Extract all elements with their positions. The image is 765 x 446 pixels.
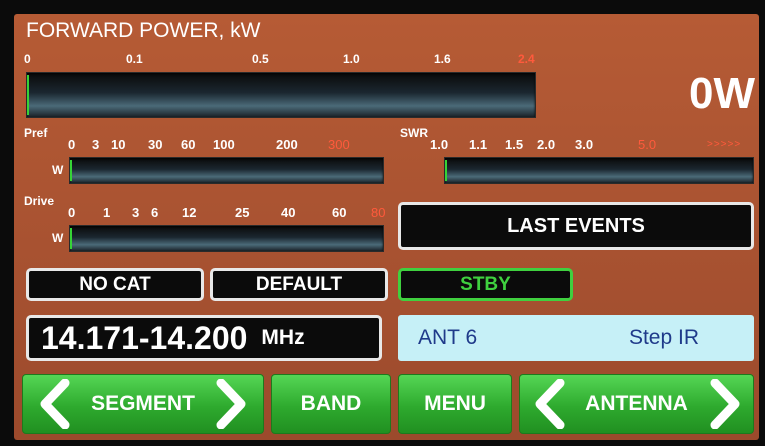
swr-level <box>445 160 447 181</box>
swr-tick: 3.0 <box>575 137 594 152</box>
frequency-range: 14.171-14.200 <box>41 319 248 356</box>
swr-tick: 2.0 <box>537 137 556 152</box>
fwd-tick-1: 0.1 <box>126 52 143 66</box>
drive-tick: 0 <box>68 205 76 220</box>
fwd-tick-3: 1.0 <box>343 52 360 66</box>
drive-tick: 60 <box>332 205 347 220</box>
antenna-button[interactable]: ANTENNA <box>519 374 754 434</box>
pref-label: Pref <box>24 126 48 140</box>
fwd-tick-2: 0.5 <box>252 52 269 66</box>
fwd-tick-0: 0 <box>24 52 31 66</box>
forward-power-reading: 0W <box>689 69 755 118</box>
drive-label: Drive <box>24 194 55 208</box>
cat-status: NO CAT <box>26 268 204 301</box>
chevron-right-icon <box>710 379 740 429</box>
pref-tick: 60 <box>181 137 196 152</box>
pref-tick: 10 <box>111 137 126 152</box>
segment-label: SEGMENT <box>91 392 195 415</box>
drive-tick: 12 <box>182 205 197 220</box>
last-events-button[interactable]: LAST EVENTS <box>398 202 754 250</box>
pref-tick: 3 <box>92 137 100 152</box>
swr-tick: 1.5 <box>505 137 524 152</box>
antenna-label: ANTENNA <box>585 392 688 415</box>
pref-tick: 0 <box>68 137 76 152</box>
swr-tick: >>>>> <box>707 139 742 150</box>
forward-power-level <box>27 75 29 115</box>
drive-tick: 40 <box>281 205 296 220</box>
swr-tick: 5.0 <box>638 137 657 152</box>
antenna-mode: Step IR <box>628 326 699 349</box>
swr-tick: 1.0 <box>430 137 449 152</box>
fwd-tick-5: 2.4 <box>518 52 535 66</box>
profile-status[interactable]: DEFAULT <box>210 268 388 301</box>
mode-status[interactable]: STBY <box>398 268 573 301</box>
drive-tick: 1 <box>103 205 111 220</box>
drive-tick: 80 <box>371 205 386 220</box>
swr-bar <box>444 157 754 184</box>
frequency-display[interactable]: 14.171-14.200 MHz <box>26 315 382 361</box>
drive-tick: 6 <box>151 205 159 220</box>
antenna-info-panel[interactable]: ANT 6 Step IR <box>398 315 754 361</box>
forward-power-bar <box>26 72 536 118</box>
pref-tick: 300 <box>328 137 350 152</box>
fwd-tick-4: 1.6 <box>434 52 451 66</box>
segment-button[interactable]: SEGMENT <box>22 374 264 434</box>
chevron-right-icon <box>216 379 246 429</box>
amplifier-screen: FORWARD POWER, kW 0 0.1 0.5 1.0 1.6 2.4 … <box>14 14 759 440</box>
swr-label: SWR <box>400 126 428 140</box>
drive-unit: W <box>52 231 64 245</box>
pref-bar <box>69 157 384 184</box>
pref-unit: W <box>52 163 64 177</box>
chevron-left-icon <box>40 379 70 429</box>
chevron-left-icon <box>535 379 565 429</box>
frequency-unit: MHz <box>261 326 305 349</box>
antenna-name: ANT 6 <box>418 326 478 349</box>
pref-tick: 30 <box>148 137 163 152</box>
drive-level <box>70 228 72 249</box>
drive-bar <box>69 225 384 252</box>
band-button[interactable]: BAND <box>271 374 391 434</box>
forward-power-title: FORWARD POWER, kW <box>26 19 261 42</box>
pref-level <box>70 160 72 181</box>
drive-tick: 3 <box>132 205 140 220</box>
pref-tick: 200 <box>276 137 298 152</box>
drive-tick: 25 <box>235 205 250 220</box>
menu-button[interactable]: MENU <box>398 374 512 434</box>
swr-tick: 1.1 <box>469 137 488 152</box>
pref-tick: 100 <box>213 137 235 152</box>
